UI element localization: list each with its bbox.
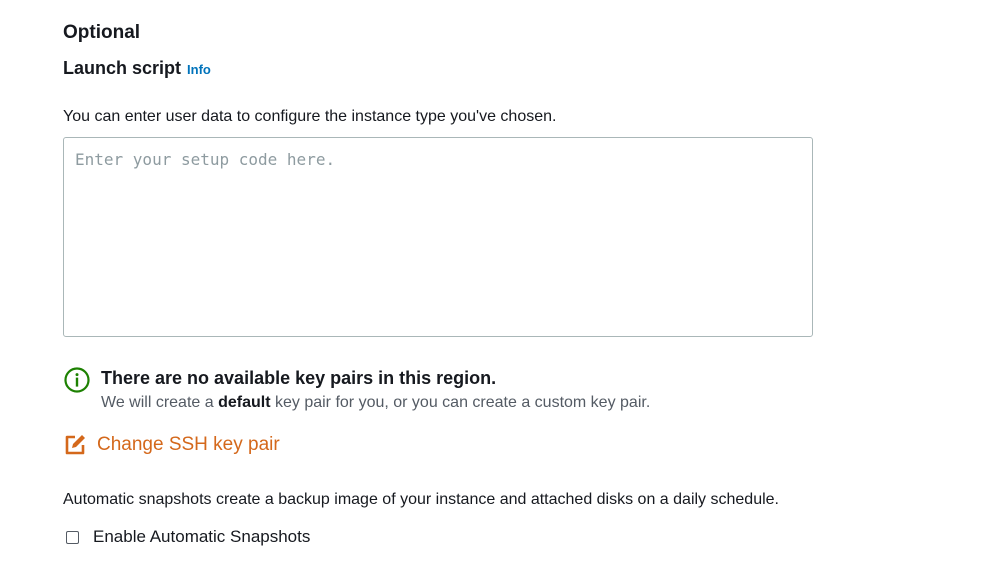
change-ssh-key-pair-link[interactable]: Change SSH key pair	[63, 433, 280, 457]
launch-script-description: You can enter user data to configure the…	[63, 108, 557, 125]
info-link[interactable]: Info	[187, 62, 211, 77]
launch-script-header: Launch script Info	[63, 58, 211, 79]
alert-body: We will create a default key pair for yo…	[101, 394, 650, 412]
alert-body-bold: default	[218, 394, 271, 411]
launch-script-input[interactable]	[63, 137, 813, 337]
enable-snapshots-label[interactable]: Enable Automatic Snapshots	[93, 527, 310, 547]
alert-title: There are no available key pairs in this…	[101, 368, 497, 388]
alert-body-prefix: We will create a	[101, 394, 219, 411]
alert-content: There are no available key pairs in this…	[101, 366, 650, 412]
edit-icon	[65, 435, 85, 455]
info-circle-icon	[64, 367, 90, 393]
section-title-optional: Optional	[63, 22, 141, 43]
enable-snapshots-checkbox[interactable]	[66, 530, 79, 544]
alert-body-suffix: key pair for you, or you can create a cu…	[270, 394, 651, 411]
launch-script-title: Launch script	[63, 58, 182, 78]
change-ssh-label[interactable]: Change SSH key pair	[97, 434, 280, 456]
key-pair-alert: There are no available key pairs in this…	[63, 366, 650, 412]
snapshots-description: Automatic snapshots create a backup imag…	[63, 491, 779, 508]
enable-snapshots-row[interactable]: Enable Automatic Snapshots	[66, 527, 310, 547]
